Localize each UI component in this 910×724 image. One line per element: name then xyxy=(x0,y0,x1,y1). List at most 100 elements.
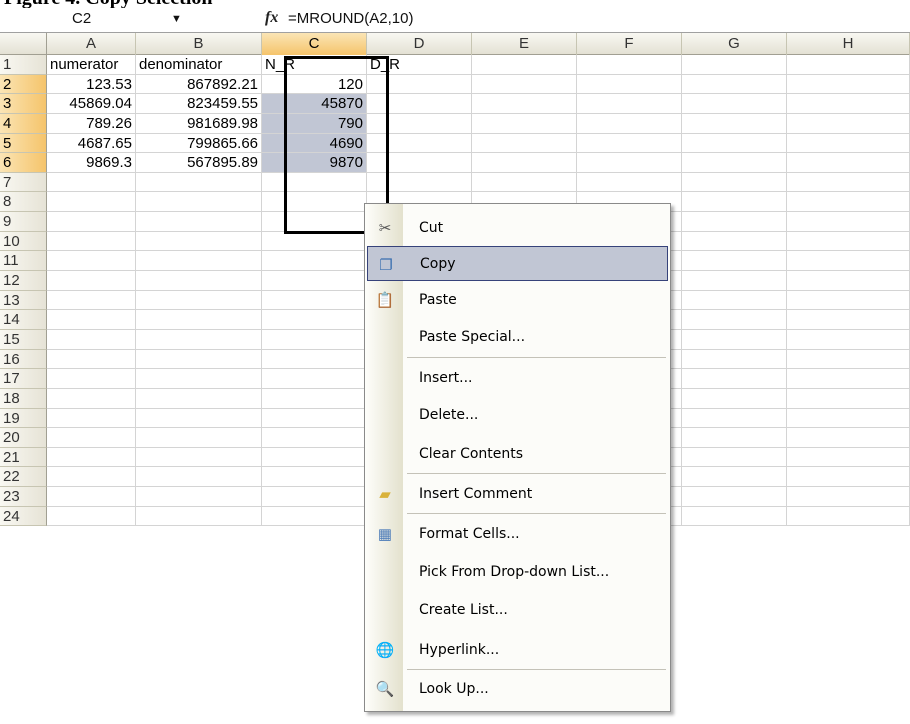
cell-b14[interactable] xyxy=(136,310,262,330)
row-header-8[interactable]: 8 xyxy=(0,192,47,213)
cell-c11[interactable] xyxy=(262,251,367,272)
menu-item-copy[interactable]: ❐ Copy xyxy=(367,246,668,281)
row-header-7[interactable]: 7 xyxy=(0,172,47,193)
insert-function-icon[interactable]: fx xyxy=(265,9,278,27)
cell-g22[interactable] xyxy=(682,467,787,488)
cell-c4[interactable]: 790 xyxy=(262,113,367,134)
cell-h14[interactable] xyxy=(787,310,910,330)
cell-a8[interactable] xyxy=(47,192,136,213)
cell-b15[interactable] xyxy=(136,329,262,350)
row-header-12[interactable]: 12 xyxy=(0,271,47,291)
cell-c17[interactable] xyxy=(262,369,367,389)
cell-e4[interactable] xyxy=(472,113,577,134)
row-header-4[interactable]: 4 xyxy=(0,113,47,134)
cell-e2[interactable] xyxy=(472,74,577,95)
cell-h13[interactable] xyxy=(787,290,910,311)
cell-h4[interactable] xyxy=(787,113,910,134)
cell-g1[interactable] xyxy=(682,55,787,75)
cell-b10[interactable] xyxy=(136,231,262,252)
cell-c14[interactable] xyxy=(262,310,367,330)
cell-a9[interactable] xyxy=(47,212,136,232)
row-header-16[interactable]: 16 xyxy=(0,349,47,370)
select-all-corner[interactable] xyxy=(0,33,47,55)
cell-b13[interactable] xyxy=(136,290,262,311)
cell-h2[interactable] xyxy=(787,74,910,95)
cell-g12[interactable] xyxy=(682,271,787,291)
column-header-c[interactable]: C xyxy=(262,33,367,55)
cell-a16[interactable] xyxy=(47,349,136,370)
cell-h11[interactable] xyxy=(787,251,910,272)
cell-c15[interactable] xyxy=(262,329,367,350)
cell-c21[interactable] xyxy=(262,447,367,468)
cell-a24[interactable] xyxy=(47,506,136,527)
cell-h8[interactable] xyxy=(787,192,910,213)
cell-g7[interactable] xyxy=(682,172,787,193)
column-header-b[interactable]: B xyxy=(136,33,262,55)
cell-g5[interactable] xyxy=(682,133,787,154)
cell-d6[interactable] xyxy=(367,153,472,173)
cell-d7[interactable] xyxy=(367,172,472,193)
cell-a23[interactable] xyxy=(47,487,136,507)
cell-c13[interactable] xyxy=(262,290,367,311)
cell-g16[interactable] xyxy=(682,349,787,370)
row-header-17[interactable]: 17 xyxy=(0,369,47,389)
cell-c20[interactable] xyxy=(262,428,367,448)
row-header-11[interactable]: 11 xyxy=(0,251,47,272)
row-header-19[interactable]: 19 xyxy=(0,408,47,429)
row-header-9[interactable]: 9 xyxy=(0,212,47,232)
cell-b11[interactable] xyxy=(136,251,262,272)
cell-c16[interactable] xyxy=(262,349,367,370)
cell-h24[interactable] xyxy=(787,506,910,527)
cell-h17[interactable] xyxy=(787,369,910,389)
row-header-21[interactable]: 21 xyxy=(0,447,47,468)
cell-c7[interactable] xyxy=(262,172,367,193)
menu-item-insert[interactable]: Insert... xyxy=(367,360,668,395)
cell-c24[interactable] xyxy=(262,506,367,527)
cell-a10[interactable] xyxy=(47,231,136,252)
cell-a7[interactable] xyxy=(47,172,136,193)
row-header-10[interactable]: 10 xyxy=(0,231,47,252)
cell-g2[interactable] xyxy=(682,74,787,95)
cell-b3[interactable]: 823459.55 xyxy=(136,94,262,114)
cell-a4[interactable]: 789.26 xyxy=(47,113,136,134)
cell-a22[interactable] xyxy=(47,467,136,488)
cell-a19[interactable] xyxy=(47,408,136,429)
menu-item-create-list[interactable]: Create List... xyxy=(367,592,668,627)
cell-a14[interactable] xyxy=(47,310,136,330)
cell-h10[interactable] xyxy=(787,231,910,252)
cell-e7[interactable] xyxy=(472,172,577,193)
cell-b18[interactable] xyxy=(136,388,262,409)
cell-g15[interactable] xyxy=(682,329,787,350)
row-header-2[interactable]: 2 xyxy=(0,74,47,95)
cell-c12[interactable] xyxy=(262,271,367,291)
row-header-15[interactable]: 15 xyxy=(0,329,47,350)
cell-a20[interactable] xyxy=(47,428,136,448)
row-header-13[interactable]: 13 xyxy=(0,290,47,311)
menu-item-paste[interactable]: 📋 Paste xyxy=(367,282,668,317)
cell-h5[interactable] xyxy=(787,133,910,154)
cell-h20[interactable] xyxy=(787,428,910,448)
cell-b24[interactable] xyxy=(136,506,262,527)
row-header-14[interactable]: 14 xyxy=(0,310,47,330)
cell-g14[interactable] xyxy=(682,310,787,330)
cell-h21[interactable] xyxy=(787,447,910,468)
menu-item-format-cells[interactable]: ▦ Format Cells... xyxy=(367,516,668,551)
cell-h18[interactable] xyxy=(787,388,910,409)
cell-c2[interactable]: 120 xyxy=(262,74,367,95)
cell-a12[interactable] xyxy=(47,271,136,291)
cell-b22[interactable] xyxy=(136,467,262,488)
cell-h23[interactable] xyxy=(787,487,910,507)
cell-g19[interactable] xyxy=(682,408,787,429)
cell-f6[interactable] xyxy=(577,153,682,173)
cell-e1[interactable] xyxy=(472,55,577,75)
cell-f4[interactable] xyxy=(577,113,682,134)
cell-g24[interactable] xyxy=(682,506,787,527)
cell-h3[interactable] xyxy=(787,94,910,114)
row-header-1[interactable]: 1 xyxy=(0,55,47,75)
cell-a1[interactable]: numerator xyxy=(47,55,136,75)
cell-g21[interactable] xyxy=(682,447,787,468)
cell-g23[interactable] xyxy=(682,487,787,507)
cell-h7[interactable] xyxy=(787,172,910,193)
menu-item-pick-from-list[interactable]: Pick From Drop-down List... xyxy=(367,554,668,589)
cell-h19[interactable] xyxy=(787,408,910,429)
